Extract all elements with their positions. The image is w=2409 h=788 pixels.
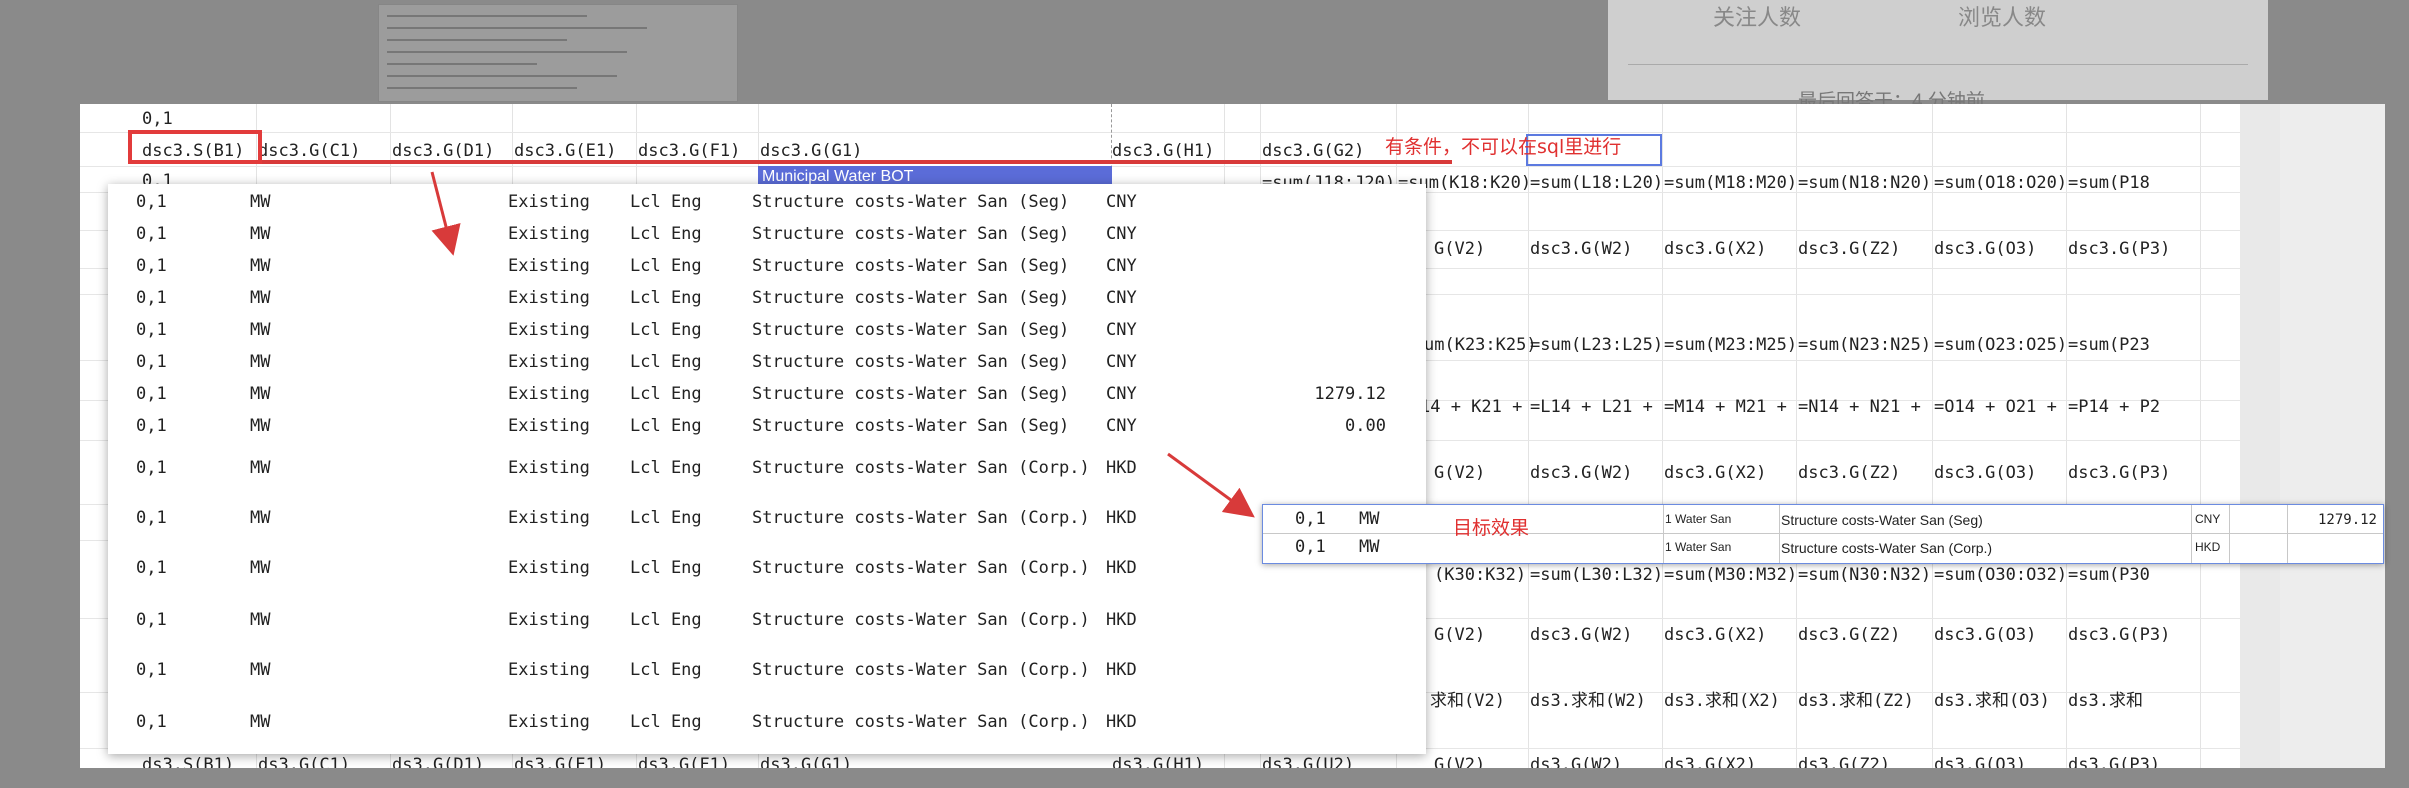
arrow-down — [430, 171, 461, 256]
arrow-to-target — [1167, 452, 1255, 518]
annotation-arrows — [430, 171, 1255, 518]
